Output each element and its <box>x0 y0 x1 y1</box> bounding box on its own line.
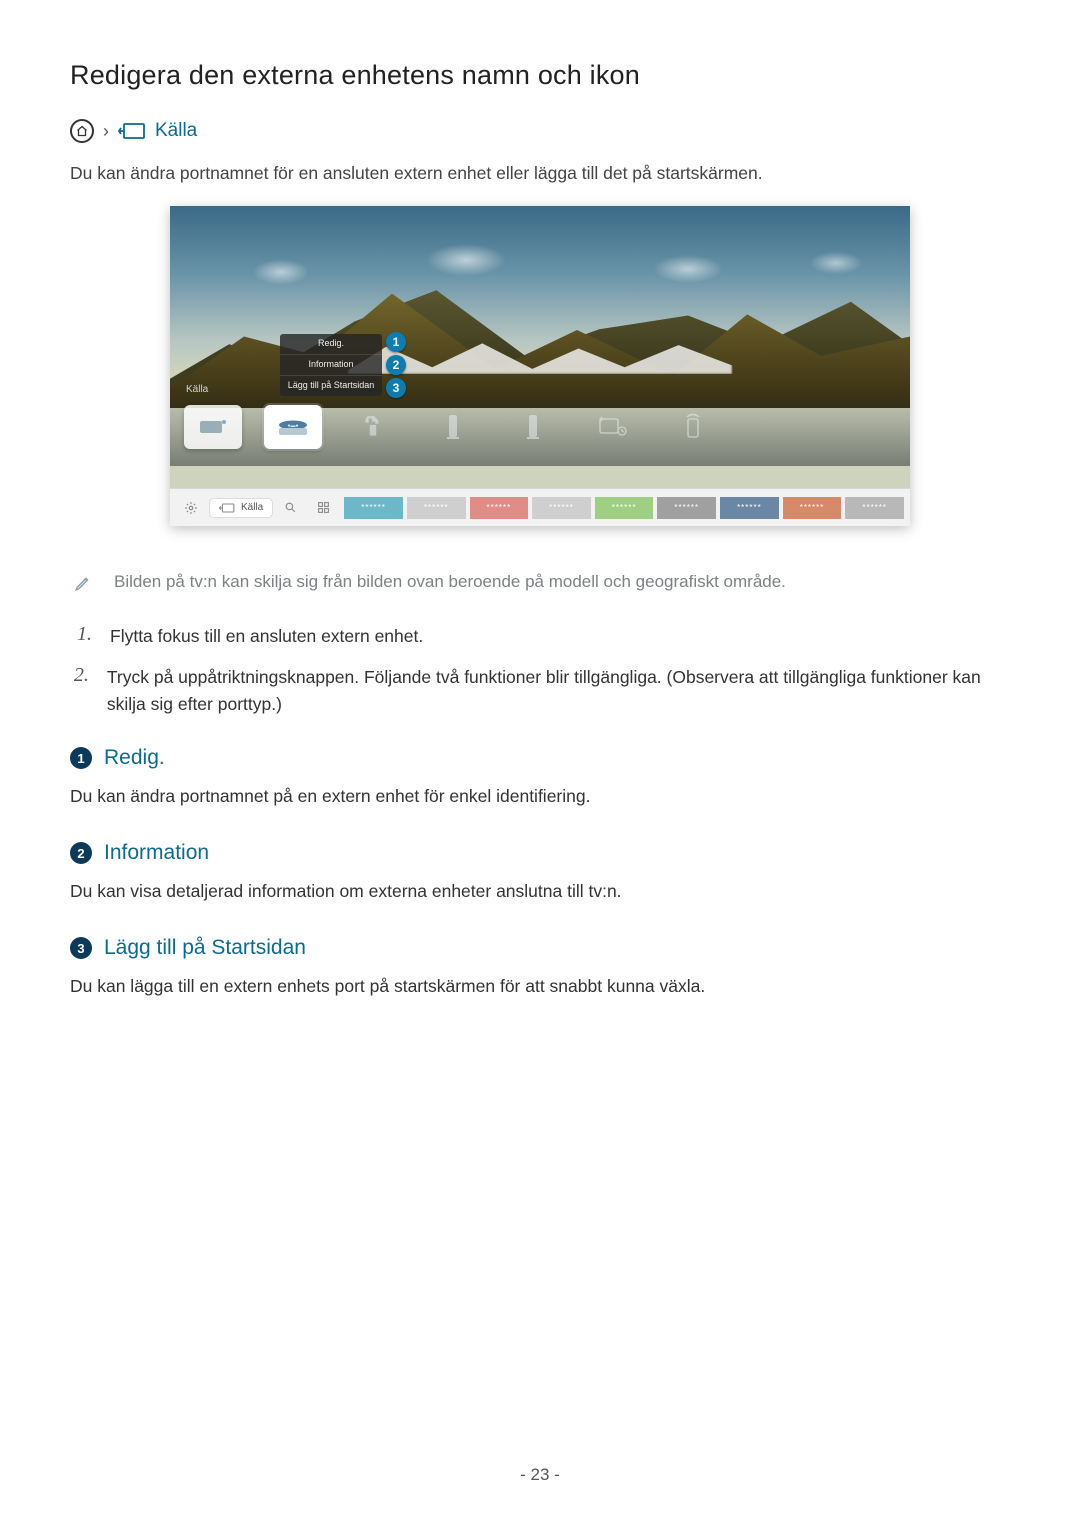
note-text: Bilden på tv:n kan skilja sig från bilde… <box>114 572 786 592</box>
section-body: Du kan lägga till en extern enhets port … <box>70 976 1010 997</box>
callout-1: 1 <box>386 332 406 352</box>
source-strip: Källa ●▬● <box>170 388 910 466</box>
steps-list: 1. Flytta fokus till en ansluten extern … <box>70 623 1010 718</box>
page-title: Redigera den externa enhetens namn och i… <box>70 60 1010 91</box>
section-body: Du kan ändra portnamnet på en extern enh… <box>70 786 1010 807</box>
source-card[interactable] <box>184 405 242 449</box>
section-heading-edit: 1 Redig. <box>70 746 1010 770</box>
section-number-circle: 3 <box>70 937 92 959</box>
app-tile[interactable]: ****** <box>845 497 904 519</box>
source-card-selected[interactable]: ●▬● <box>264 405 322 449</box>
section-heading-text: Lägg till på Startsidan <box>104 936 306 960</box>
breadcrumb-label: Källa <box>155 120 197 142</box>
step-text: Flytta fokus till en ansluten extern enh… <box>110 623 423 650</box>
home-icon <box>70 119 94 143</box>
step-number: 1. <box>70 623 92 650</box>
section-body: Du kan visa detaljerad information om ex… <box>70 881 1010 902</box>
search-icon[interactable] <box>276 501 305 514</box>
app-tiles: ****************************************… <box>344 497 904 519</box>
source-card-ghost[interactable] <box>504 405 562 449</box>
page-number: - 23 - <box>0 1465 1080 1485</box>
breadcrumb: › Källa <box>70 119 1010 143</box>
pencil-icon <box>74 574 92 597</box>
section-heading-info: 2 Information <box>70 841 1010 865</box>
screenshot-figure: Redig. Information Lägg till på Startsid… <box>170 206 910 526</box>
step-item: 1. Flytta fokus till en ansluten extern … <box>70 623 1010 650</box>
source-card-ghost[interactable] <box>664 405 722 449</box>
section-heading-text: Redig. <box>104 746 165 770</box>
app-tile[interactable]: ****** <box>720 497 779 519</box>
bottom-bar: Källa **********************************… <box>170 488 910 526</box>
gear-icon[interactable] <box>176 501 206 515</box>
source-icon <box>118 122 146 140</box>
section-number-circle: 1 <box>70 747 92 769</box>
lead-text: Du kan ändra portnamnet för en ansluten … <box>70 163 1010 184</box>
chevron-right-icon: › <box>103 121 109 142</box>
source-strip-title: Källa <box>186 384 208 395</box>
source-card-ghost[interactable] <box>424 405 482 449</box>
menu-item-info[interactable]: Information <box>280 355 382 376</box>
step-text: Tryck på uppåtriktningsknappen. Följande… <box>107 664 1010 718</box>
app-tile[interactable]: ****** <box>657 497 716 519</box>
step-number: 2. <box>70 664 89 718</box>
source-card-ghost[interactable] <box>344 405 402 449</box>
source-card-ghost[interactable] <box>584 405 642 449</box>
bottom-source-label: Källa <box>241 502 263 513</box>
app-tile[interactable]: ****** <box>595 497 654 519</box>
app-tile[interactable]: ****** <box>470 497 529 519</box>
callout-2: 2 <box>386 355 406 375</box>
section-heading-add-home: 3 Lägg till på Startsidan <box>70 936 1010 960</box>
bottom-source-chip[interactable]: Källa <box>210 499 272 517</box>
app-tile[interactable]: ****** <box>344 497 403 519</box>
app-tile[interactable]: ****** <box>532 497 591 519</box>
apps-icon[interactable] <box>309 501 338 514</box>
section-heading-text: Information <box>104 841 209 865</box>
app-tile[interactable]: ****** <box>407 497 466 519</box>
svg-text:●▬●: ●▬● <box>287 423 298 429</box>
context-menu: Redig. Information Lägg till på Startsid… <box>280 334 382 396</box>
app-tile[interactable]: ****** <box>783 497 842 519</box>
menu-item-edit[interactable]: Redig. <box>280 334 382 355</box>
step-item: 2. Tryck på uppåtriktningsknappen. Följa… <box>70 664 1010 718</box>
section-number-circle: 2 <box>70 842 92 864</box>
